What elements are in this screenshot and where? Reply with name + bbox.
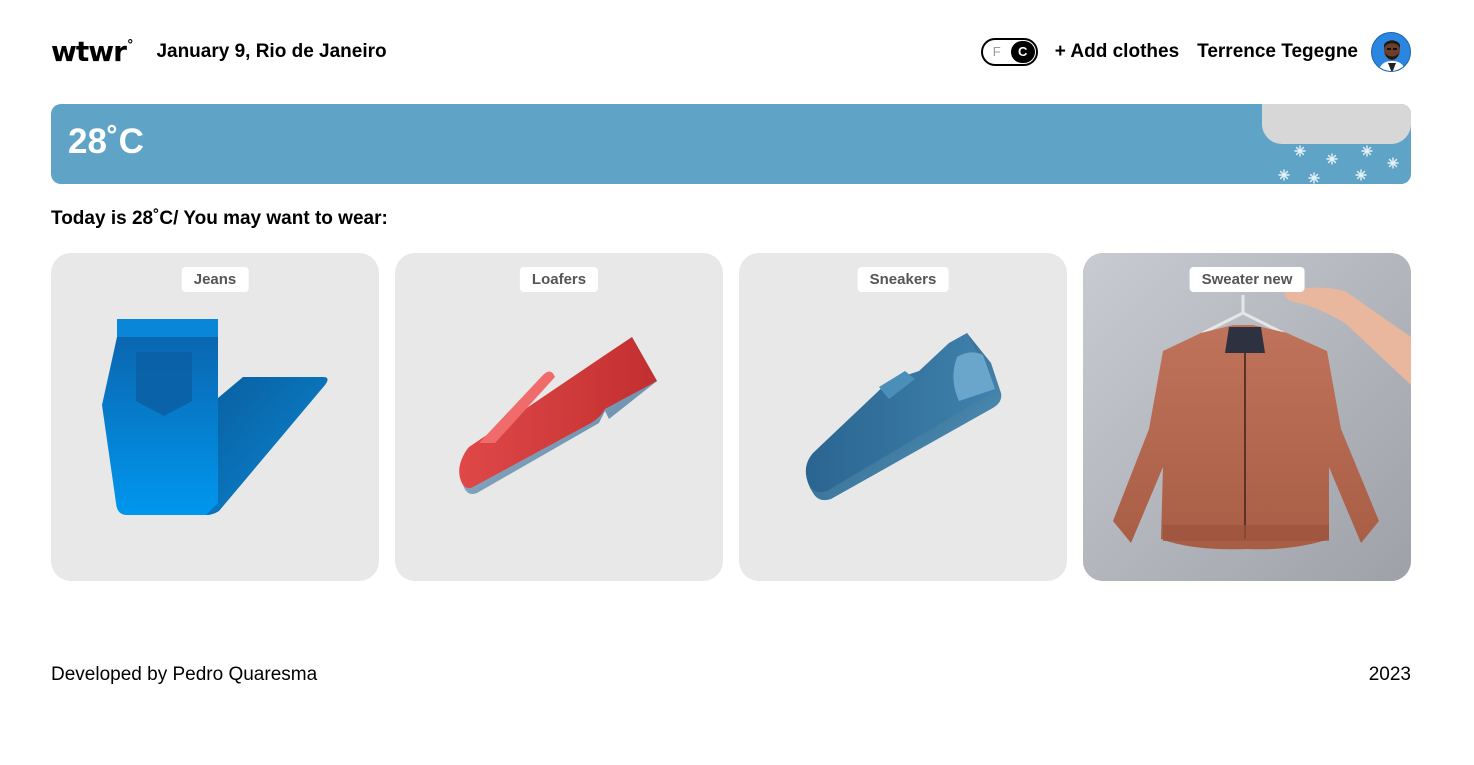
header-left: wtwr° January 9, Rio de Janeiro <box>51 38 387 66</box>
clothing-card-sweater[interactable]: Sweater new <box>1083 253 1411 581</box>
date-location: January 9, Rio de Janeiro <box>156 41 387 62</box>
footer: Developed by Pedro Quaresma 2023 <box>51 664 1411 686</box>
footer-year: 2023 <box>1368 664 1411 685</box>
logo-text: wtwr <box>51 35 127 68</box>
page: wtwr° January 9, Rio de Janeiro F C + Ad… <box>0 0 1474 765</box>
header-right: F C + Add clothes Terrence Tegegne <box>980 32 1411 72</box>
toggle-option-f: F <box>992 44 1001 59</box>
temperature-unit-toggle[interactable]: F C <box>980 38 1038 66</box>
avatar-portrait-icon <box>1372 33 1410 71</box>
loafers-icon <box>459 337 657 494</box>
toggle-option-c: C <box>1018 44 1028 59</box>
avatar[interactable] <box>1371 32 1411 72</box>
weather-temperature: 28˚C <box>68 122 144 161</box>
user-name: Terrence Tegegne <box>1197 41 1358 62</box>
clothing-card-jeans[interactable]: Jeans <box>51 253 379 581</box>
jeans-icon <box>102 319 328 515</box>
snowflake-icon <box>1278 145 1399 184</box>
card-label: Sweater new <box>1189 267 1305 292</box>
card-label: Jeans <box>181 267 249 292</box>
weather-banner: 28˚C <box>51 104 1411 184</box>
footer-credit: Developed by Pedro Quaresma <box>51 664 318 685</box>
jacket-photo <box>1083 253 1411 581</box>
header: wtwr° January 9, Rio de Janeiro F C + Ad… <box>51 30 1411 74</box>
sneakers-icon <box>805 333 1002 501</box>
clothing-cards: Jeans Loafers Sneakers Sweater new <box>51 253 1411 581</box>
recommendation-text: Today is 28˚C/ You may want to wear: <box>51 208 388 229</box>
clothing-card-loafers[interactable]: Loafers <box>395 253 723 581</box>
clothing-card-sneakers[interactable]: Sneakers <box>739 253 1067 581</box>
add-clothes-button[interactable]: + Add clothes <box>1055 41 1179 63</box>
logo-degree-mark: ° <box>126 38 133 53</box>
logo[interactable]: wtwr° <box>51 35 133 68</box>
card-label: Loafers <box>519 267 599 292</box>
card-label: Sneakers <box>857 267 949 292</box>
